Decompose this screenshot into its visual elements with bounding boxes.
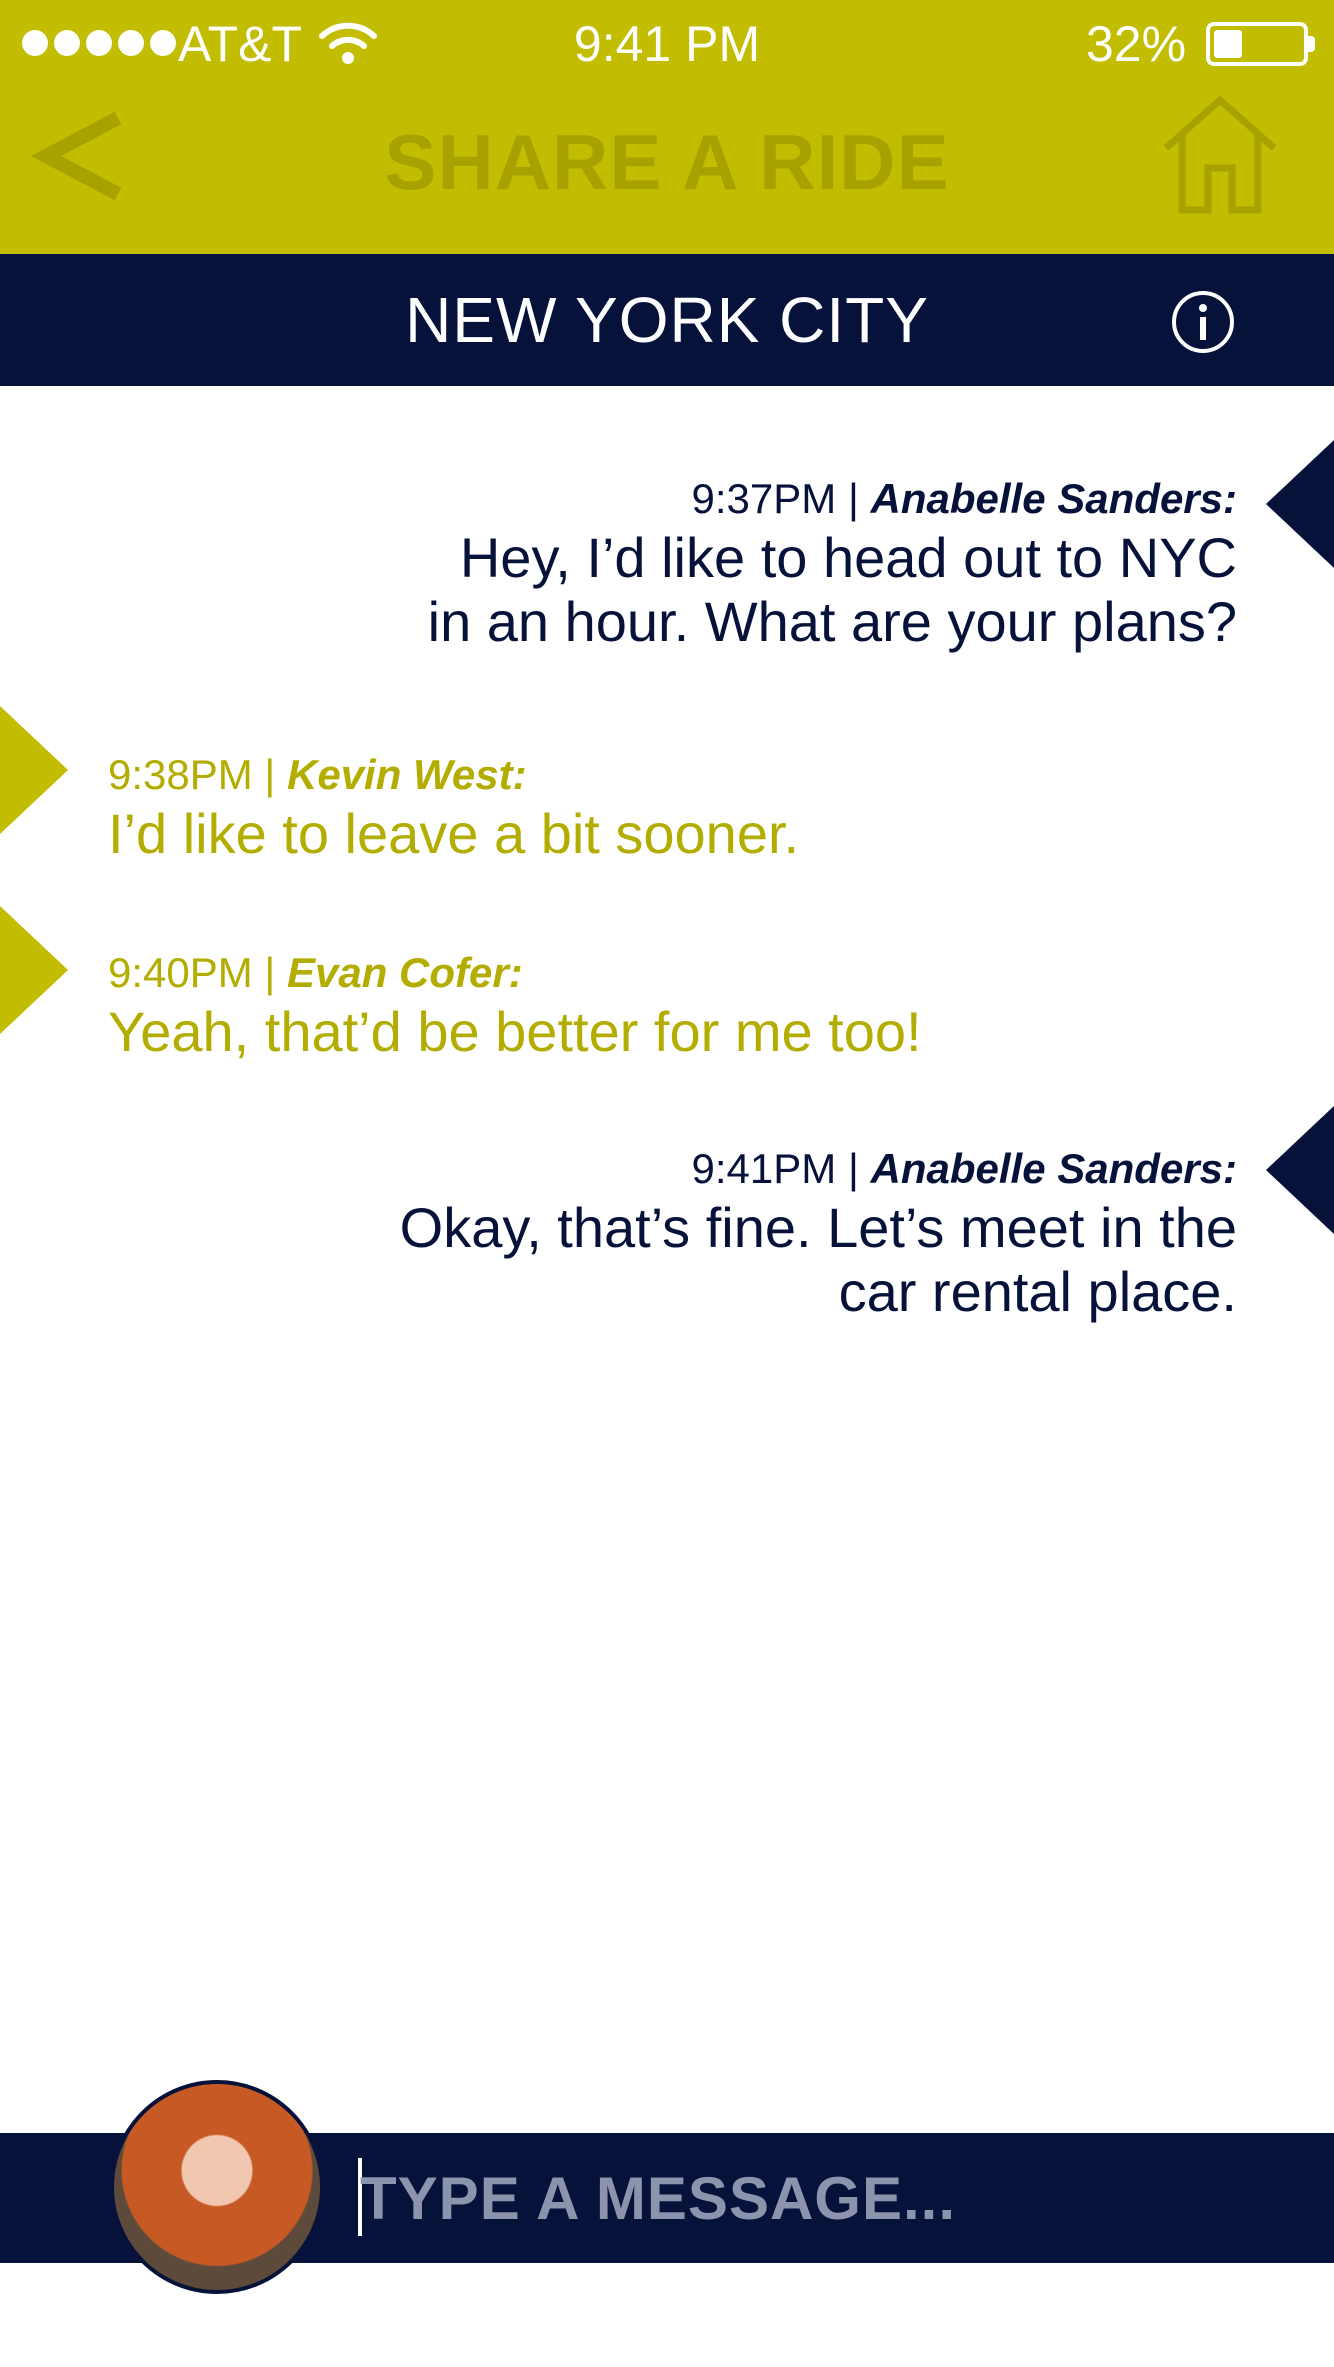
info-icon[interactable] [1170,289,1236,355]
message-text-line: in an hour. What are your plans? [427,590,1237,653]
message-time: 9:38PM | [108,751,276,798]
message-sender: Anabelle Sanders: [870,475,1237,522]
battery-cap [1308,36,1315,52]
message-text-line: Yeah, that’d be better for me too! [108,1000,922,1063]
location-bar: NEW YORK CITY [0,254,1334,386]
message-text-line: Okay, that’s fine. Let’s meet in the [399,1196,1237,1259]
message-time: 9:37PM | [691,475,859,522]
message-sender: Evan Cofer: [287,949,523,996]
message-pointer-right [1266,1106,1334,1234]
city-name: NEW YORK CITY [405,284,929,356]
avatar[interactable] [110,2080,324,2294]
message-meta: 9:38PM | Kevin West: [108,748,799,802]
message-pointer-left [0,706,68,834]
battery-icon [1206,22,1308,66]
message-time: 9:41PM | [691,1145,859,1192]
message-time: 9:40PM | [108,949,276,996]
message-meta: 9:40PM | Evan Cofer: [108,946,922,1000]
home-icon[interactable] [1160,92,1280,218]
app-header: AT&T 9:41 PM 32% SHARE A RIDE [0,0,1334,254]
message-item: 9:41PM | Anabelle Sanders: Okay, that’s … [400,1142,1237,1324]
status-bar: AT&T 9:41 PM 32% [0,0,1334,88]
message-text-line: car rental place. [838,1260,1237,1323]
message-item: 9:37PM | Anabelle Sanders: Hey, I’d like… [428,472,1237,654]
battery-percent: 32% [1086,16,1187,72]
message-text-line: I’d like to leave a bit sooner. [108,802,800,865]
message-item: 9:40PM | Evan Cofer: Yeah, that’d be bet… [108,946,922,1064]
message-pointer-right [1266,440,1334,568]
message-meta: 9:37PM | Anabelle Sanders: [428,472,1237,526]
page-title: SHARE A RIDE [384,118,950,206]
message-pointer-left [0,906,68,1034]
message-meta: 9:41PM | Anabelle Sanders: [400,1142,1237,1196]
message-input[interactable] [360,2140,1290,2256]
message-sender: Kevin West: [287,751,527,798]
battery-level-fill [1214,30,1242,58]
message-text-line: Hey, I’d like to head out to NYC [459,526,1237,589]
message-item: 9:38PM | Kevin West: I’d like to leave a… [108,748,799,866]
message-sender: Anabelle Sanders: [870,1145,1237,1192]
